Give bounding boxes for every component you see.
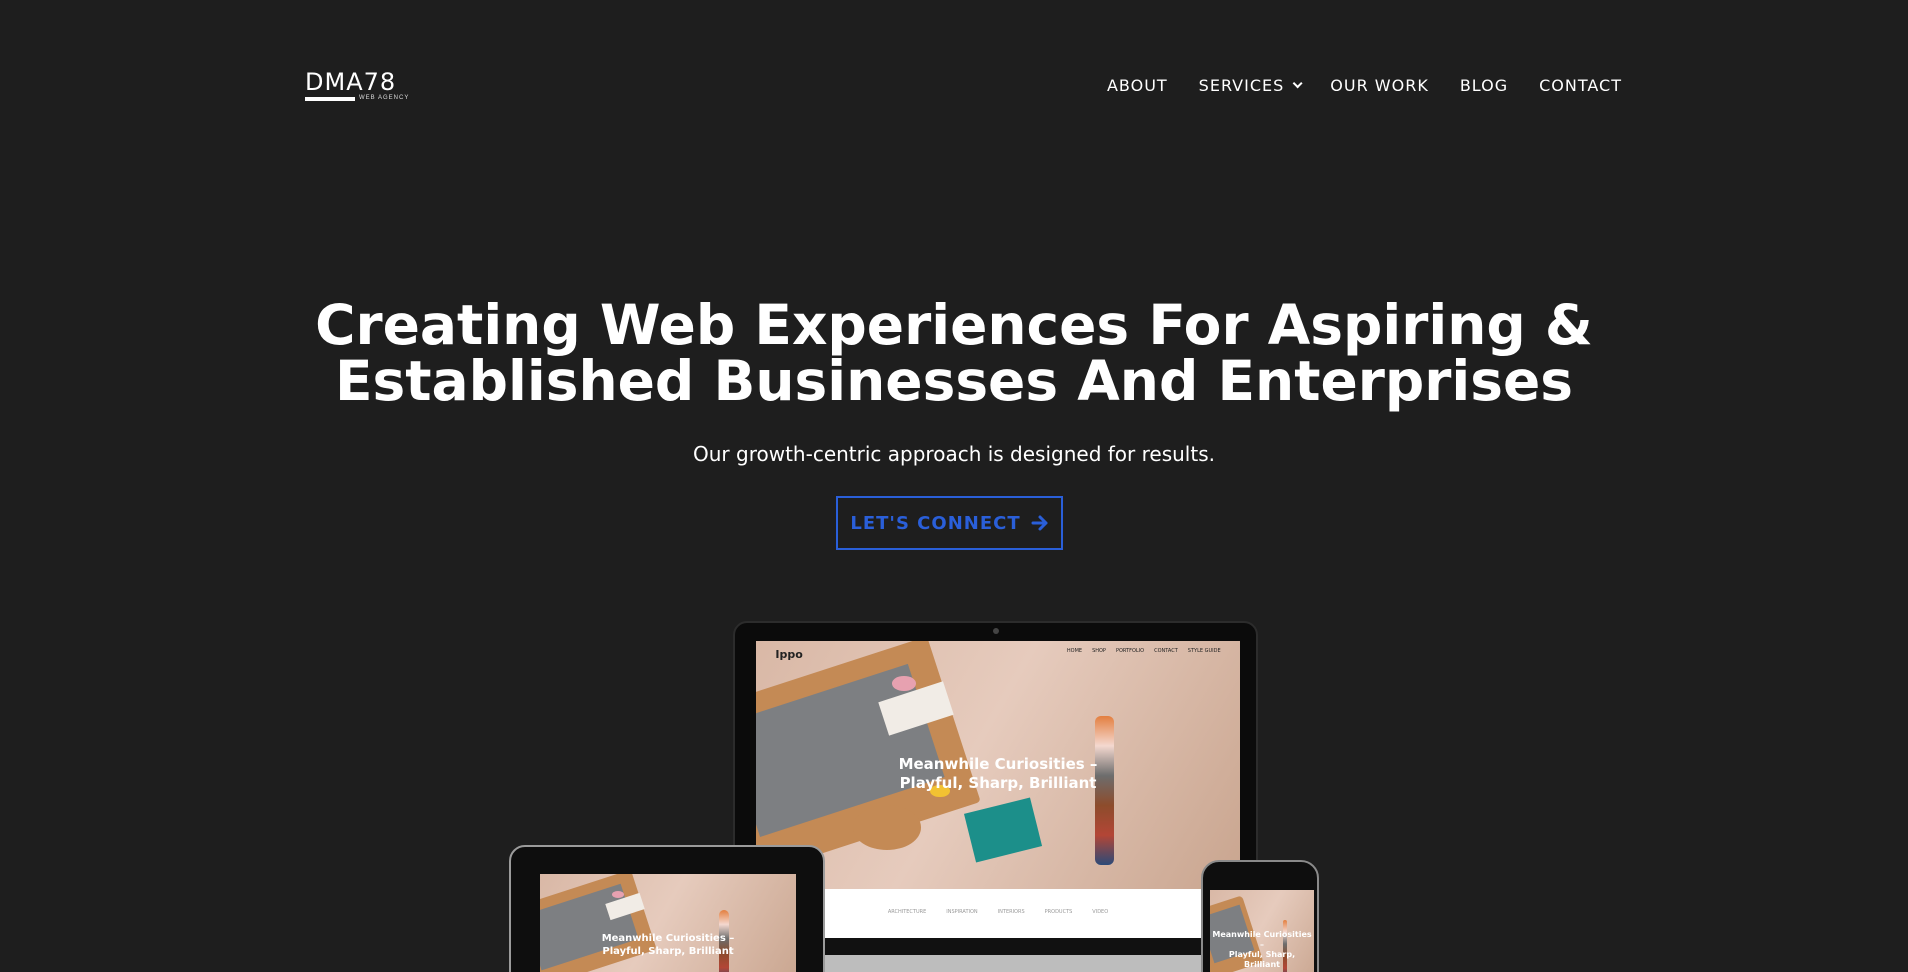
mockup-nav: Ippo HOME SHOP PORTFOLIO CONTACT STYLE G… [775, 648, 1220, 661]
tablet-headline: Meanwhile Curiosities – Playful, Sharp, … [601, 932, 735, 957]
tablet-mockup: Meanwhile Curiosities – Playful, Sharp, … [509, 845, 825, 972]
phone-screen: Meanwhile Curiosities – Playful, Sharp, … [1210, 890, 1314, 972]
mockup-logo: Ippo [775, 648, 803, 662]
chevron-down-icon [1292, 78, 1303, 89]
mockup-nav-item: PORTFOLIO [1115, 648, 1145, 655]
mockup-headline: Meanwhile Curiosities – Playful, Sharp, … [898, 755, 1098, 793]
nav-item-our-work[interactable]: OUR WORK [1330, 76, 1429, 95]
hero-subtitle: Our growth-centric approach is designed … [693, 442, 1215, 466]
nav-item-label: ABOUT [1106, 76, 1168, 95]
lets-connect-button[interactable]: LET'S CONNECT [836, 496, 1063, 550]
tablet-screen: Meanwhile Curiosities – Playful, Sharp, … [540, 874, 796, 972]
brand-logo[interactable]: DMA78 WEB AGENCY [305, 70, 415, 104]
hero-title: Creating Web Experiences For Aspiring & … [0, 297, 1908, 409]
nav-item-label: CONTACT [1539, 76, 1622, 95]
desktop-mockup: Ippo HOME SHOP PORTFOLIO CONTACT STYLE G… [733, 621, 1258, 972]
cta-label: LET'S CONNECT [850, 512, 1021, 534]
mockup-category-strip: ARCHITECTURE INSPIRATION INTERIORS PRODU… [756, 889, 1240, 938]
nav-item-services[interactable]: SERVICES [1198, 76, 1303, 95]
arrow-right-icon [1031, 514, 1049, 532]
logo-wordmark: DMA78 [305, 68, 397, 96]
mockup-nav-item: HOME [1066, 648, 1083, 655]
nav-item-label: OUR WORK [1330, 76, 1429, 95]
phone-headline: Meanwhile Curiosities – Playful, Sharp, … [1212, 930, 1312, 969]
desktop-screen: Ippo HOME SHOP PORTFOLIO CONTACT STYLE G… [756, 641, 1240, 972]
nav-item-contact[interactable]: CONTACT [1539, 76, 1622, 95]
nav-item-label: BLOG [1459, 76, 1509, 95]
nav-item-about[interactable]: ABOUT [1107, 76, 1168, 95]
nav-item-label: SERVICES [1198, 76, 1285, 95]
mockup-nav-item: SHOP [1092, 648, 1106, 655]
mockup-nav-item: CONTACT [1154, 648, 1178, 655]
nav-item-blog[interactable]: BLOG [1460, 76, 1508, 95]
hero-title-line-2: Established Businesses And Enterprises [334, 349, 1574, 413]
phone-mockup: Meanwhile Curiosities – Playful, Sharp, … [1201, 860, 1319, 972]
mockup-nav-item: STYLE GUIDE [1187, 648, 1221, 655]
website-hero-image: Ippo HOME SHOP PORTFOLIO CONTACT STYLE G… [756, 641, 1240, 890]
hero-title-line-1: Creating Web Experiences For Aspiring & [315, 293, 1593, 357]
logo-underline [305, 97, 355, 101]
camera-dot [992, 628, 999, 634]
logo-subtext: WEB AGENCY [359, 95, 410, 101]
device-mockups: Ippo HOME SHOP PORTFOLIO CONTACT STYLE G… [0, 0, 1908, 972]
main-nav: ABOUT SERVICES OUR WORK BLOG CONTACT [1107, 76, 1622, 95]
